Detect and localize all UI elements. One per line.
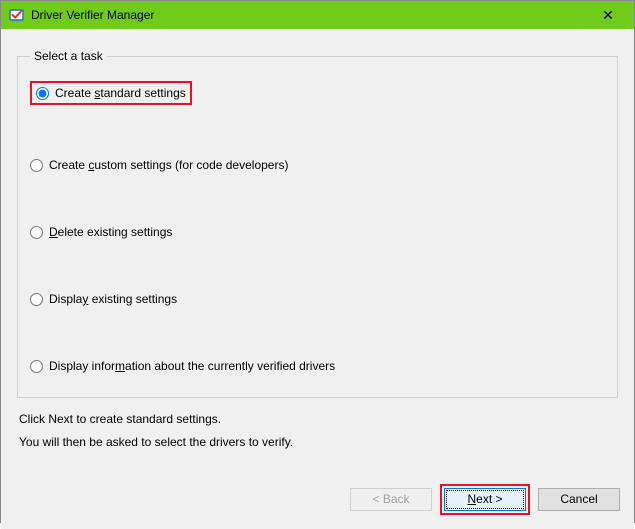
task-option-inner: Delete existing settings — [30, 225, 172, 239]
task-radio[interactable] — [30, 293, 43, 306]
task-radio[interactable] — [36, 87, 49, 100]
window-title: Driver Verifier Manager — [31, 8, 588, 22]
content-area: Select a task Create standard settings Cr… — [1, 29, 634, 472]
task-option-row: Display existing settings — [28, 288, 607, 310]
app-icon — [9, 7, 25, 23]
task-radio-label[interactable]: Display information about the currently … — [49, 359, 335, 373]
task-option-inner: Create custom settings (for code develop… — [30, 158, 288, 172]
group-legend: Select a task — [30, 49, 107, 63]
titlebar: Driver Verifier Manager ✕ — [1, 1, 634, 29]
task-radio[interactable] — [30, 360, 43, 373]
next-button-highlight: Next > — [440, 484, 530, 515]
back-button: < Back — [350, 488, 432, 511]
task-option-row: Delete existing settings — [28, 221, 607, 243]
close-button[interactable]: ✕ — [588, 1, 628, 29]
task-option-inner: Display information about the currently … — [30, 359, 335, 373]
hint-line2: You will then be asked to select the dri… — [19, 431, 618, 454]
hint-line1: Click Next to create standard settings. — [19, 408, 618, 431]
task-radio-label[interactable]: Delete existing settings — [49, 225, 172, 239]
cancel-button[interactable]: Cancel — [538, 488, 620, 511]
task-option-highlight: Create standard settings — [30, 81, 192, 105]
next-button[interactable]: Next > — [444, 488, 526, 511]
task-radio[interactable] — [30, 226, 43, 239]
task-radio[interactable] — [30, 159, 43, 172]
task-option-row: Create standard settings — [28, 77, 607, 109]
button-bar: < Back Next > Cancel — [1, 472, 634, 529]
select-task-group: Select a task Create standard settings Cr… — [17, 49, 618, 398]
task-option-inner: Display existing settings — [30, 292, 177, 306]
task-radio-label[interactable]: Display existing settings — [49, 292, 177, 306]
task-radio-label[interactable]: Create standard settings — [55, 86, 186, 100]
task-option-row: Display information about the currently … — [28, 355, 607, 377]
task-option-row: Create custom settings (for code develop… — [28, 154, 607, 176]
task-radio-label[interactable]: Create custom settings (for code develop… — [49, 158, 288, 172]
hint-text: Click Next to create standard settings. … — [17, 408, 618, 454]
